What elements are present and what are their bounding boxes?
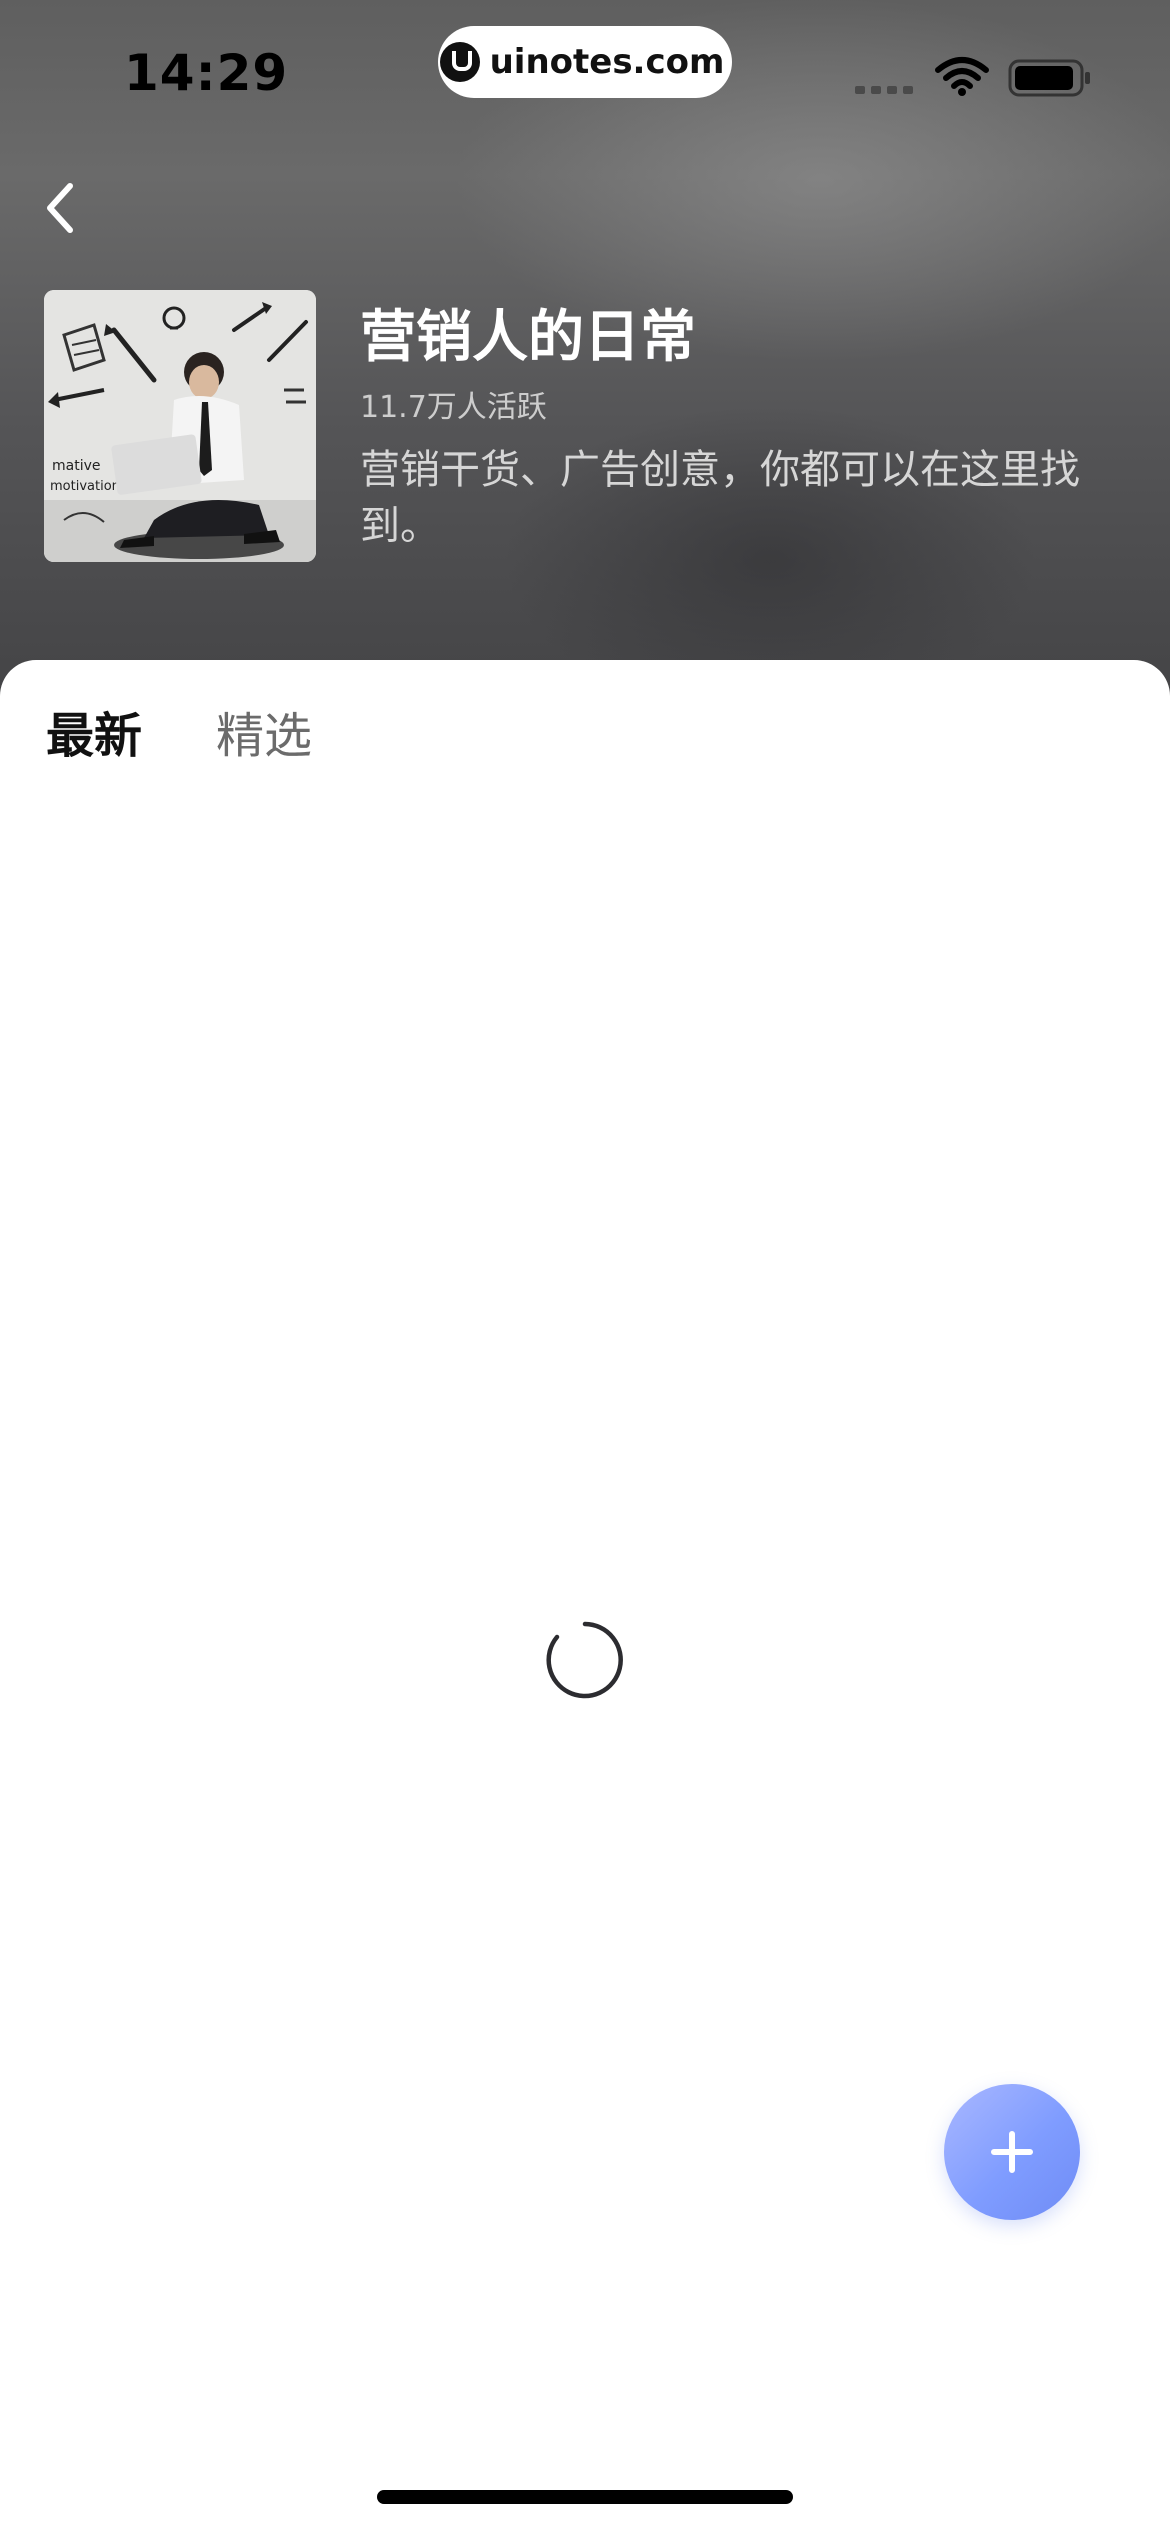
content-sheet <box>0 660 1170 2532</box>
watermark-badge: uinotes.com <box>438 26 732 98</box>
svg-text:mative: mative <box>52 458 101 474</box>
add-post-button[interactable] <box>944 2084 1080 2220</box>
tab-latest[interactable]: 最新 <box>46 696 142 766</box>
group-description: 营销干货、广告创意，你都可以在这里找到。 <box>360 447 1080 549</box>
signal-dots-icon <box>855 86 913 94</box>
tab-featured[interactable]: 精选 <box>216 696 312 766</box>
group-cover-image: mative motivation <box>44 290 316 562</box>
battery-icon <box>1008 59 1090 97</box>
home-indicator[interactable] <box>377 2490 793 2504</box>
back-chevron-icon[interactable] <box>40 180 84 236</box>
watermark-text: uinotes.com <box>489 42 725 82</box>
svg-text:motivation: motivation <box>50 479 120 494</box>
plus-icon <box>991 2131 1033 2173</box>
wifi-icon <box>935 57 989 96</box>
watermark-logo-icon <box>439 42 480 82</box>
active-member-count: 11.7万人活跃 <box>360 390 547 425</box>
loading-spinner-icon <box>546 1621 623 1699</box>
status-time: 14:29 <box>124 44 289 102</box>
group-title: 营销人的日常 <box>360 305 696 370</box>
